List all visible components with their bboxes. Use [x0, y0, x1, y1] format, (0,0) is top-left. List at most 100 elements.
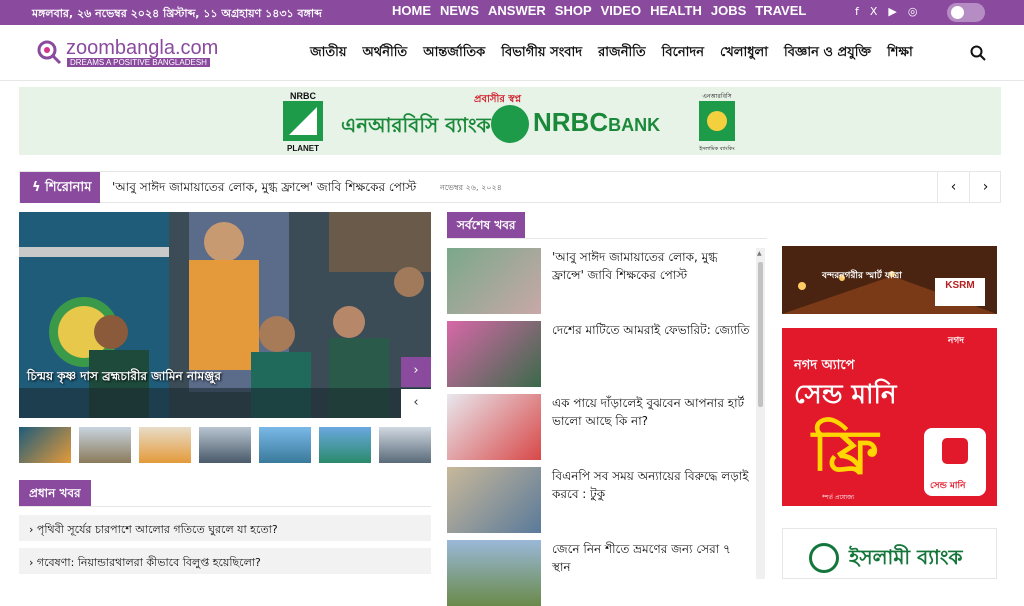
hero-thumbnail[interactable] [379, 427, 431, 463]
news-thumbnail [447, 321, 541, 387]
banner-name-en: NRBCBANK [533, 107, 660, 138]
list-item[interactable]: 'আবু সাঈদ জামায়াতের লোক, মুগ্ধ ফ্রান্সে… [447, 248, 752, 314]
top-nav-answer[interactable]: ANSWER [488, 3, 546, 18]
nav-science-tech[interactable]: বিজ্ঞান ও প্রযুক্তি [784, 43, 871, 64]
nav-politics[interactable]: রাজনীতি [598, 43, 646, 64]
chevron-right-icon: › [29, 523, 37, 536]
list-item[interactable]: জেনে নিন শীতে ভ্রমণের জন্য সেরা ৭ স্থান [447, 540, 752, 606]
nav-sports[interactable]: খেলাধুলা [720, 43, 768, 64]
news-thumbnail [447, 540, 541, 606]
hero-caption[interactable]: চিন্ময় কৃষ্ণ দাস ব্রহ্মচারীর জামিন নামঞ… [27, 368, 221, 388]
chevron-left-icon: ‹ [950, 179, 957, 195]
nrbc-islamic-logo: এনআরবিসি ইসলামিক ব্যাংকিং [698, 93, 735, 152]
scrollbar-thumb[interactable] [758, 262, 763, 407]
ksrm-logo: KSRM [935, 278, 985, 306]
top-nav: HOME NEWS ANSWER SHOP VIDEO HEALTH JOBS … [392, 3, 806, 18]
pradhan-section-title: প্রধান খবর [19, 480, 91, 507]
facebook-icon[interactable]: f [855, 5, 859, 18]
dark-mode-toggle[interactable] [947, 3, 985, 22]
logo-name: zoombangla.com [66, 37, 219, 59]
instagram-icon[interactable]: ◎ [908, 5, 918, 18]
nagad-note: *শর্ত প্রযোজ্য [822, 494, 855, 501]
scroll-up-icon[interactable]: ▲ [757, 250, 762, 257]
islami-bank-ad[interactable]: ইসলামী ব্যাংক [782, 528, 997, 579]
ticker-label-text: শিরোনাম [45, 180, 92, 195]
nrbc-banner-ad[interactable]: NRBC PLANET প্রবাসীর স্বপ্ন এনআরবিসি ব্য… [19, 87, 1001, 155]
hero-thumbnail[interactable] [139, 427, 191, 463]
islami-logo-bottom: ইসলামিক ব্যাংকিং [698, 146, 734, 152]
site-header: zoombangla.com DREAMS A POSITIVE BANGLAD… [0, 25, 1024, 81]
list-item[interactable]: বিএনপি সব সময় অন্যায়ের বিরুদ্ধে লড়াই … [447, 467, 752, 533]
banner-name-en-main: NRBC [533, 107, 609, 137]
current-date: মঙ্গলবার, ২৬ নভেম্বর ২০২৪ খ্রিস্টাব্দ, ১… [32, 7, 322, 20]
logo-tagline: DREAMS A POSITIVE BANGLADESH [67, 58, 210, 67]
ticker-prev-button[interactable]: ‹ [937, 172, 969, 203]
hero-thumbnail[interactable] [259, 427, 311, 463]
list-item[interactable]: › পৃথিবী সূর্যের চারপাশে আলোর গতিতে ঘুরল… [19, 515, 431, 541]
nav-divisional[interactable]: বিভাগীয় সংবাদ [501, 43, 582, 64]
top-nav-travel[interactable]: TRAVEL [755, 3, 806, 18]
hero-thumbnail[interactable] [79, 427, 131, 463]
banner-name-bn: এনআরবিসি ব্যাংক [341, 113, 491, 137]
top-nav-shop[interactable]: SHOP [555, 3, 592, 18]
banner-name-en-small: BANK [608, 115, 661, 135]
chevron-right-icon: › [982, 179, 989, 195]
ksrm-ad[interactable]: বন্দরনগরীর স্মার্ট যাত্রা KSRM [782, 246, 997, 314]
ticker-bolt-icon: ϟ [32, 180, 46, 195]
nav-education[interactable]: শিক্ষা [887, 43, 913, 64]
news-thumbnail [447, 467, 541, 533]
chevron-left-icon: ‹ [413, 395, 419, 410]
nav-entertainment[interactable]: বিনোদন [662, 43, 704, 64]
search-icon[interactable] [970, 45, 986, 61]
hero-next-button[interactable]: › [401, 357, 431, 387]
latest-section-title: সর্বশেষ খবর [447, 212, 526, 239]
top-nav-health[interactable]: HEALTH [650, 3, 702, 18]
magnifier-logo-icon [37, 40, 62, 65]
nagad-logo: নগদ [948, 336, 964, 346]
nagad-line3: ফ্রি [812, 419, 879, 484]
chevron-right-icon: › [29, 556, 37, 569]
latest-scrollbar[interactable]: ▲ [756, 248, 765, 579]
news-title: দেশের মাটিতে আমরাই ফেভারিট: জ্যোতি [552, 323, 750, 337]
nav-economy[interactable]: অর্থনীতি [363, 43, 408, 64]
nagad-ad[interactable]: নগদ নগদ অ্যাপে সেন্ড মানি ফ্রি সেন্ড মান… [782, 328, 997, 506]
hero-thumbnail[interactable] [319, 427, 371, 463]
list-item[interactable]: এক পায়ে দাঁড়ালেই বুঝবেন আপনার হার্ট ভা… [447, 394, 752, 460]
top-nav-video[interactable]: VIDEO [601, 3, 641, 18]
ticker-headline[interactable]: 'আবু সাঈদ জামায়াতের লোক, মুগ্ধ ফ্রান্সে… [112, 179, 416, 199]
hero-thumbnails [19, 427, 431, 463]
top-nav-jobs[interactable]: JOBS [711, 3, 746, 18]
news-thumbnail [447, 394, 541, 460]
news-title: 'আবু সাঈদ জামায়াতের লোক, মুগ্ধ ফ্রান্সে… [552, 250, 718, 282]
ticker-label: ϟ শিরোনাম [20, 172, 100, 203]
islami-logo-top: এনআরবিসি [702, 93, 732, 100]
nav-international[interactable]: আন্তর্জাতিক [423, 43, 485, 64]
news-title: জেনে নিন শীতে ভ্রমণের জন্য সেরা ৭ স্থান [552, 542, 731, 574]
list-item[interactable]: › গবেষণা: নিয়ান্ডারথালরা কীভাবে বিলুপ্ত… [19, 548, 431, 574]
nav-national[interactable]: জাতীয় [310, 43, 347, 64]
top-nav-news[interactable]: NEWS [440, 3, 479, 18]
divider [19, 506, 431, 507]
nrbc-logo-top: NRBC [290, 91, 316, 101]
islami-bank-logo [809, 543, 839, 573]
x-icon[interactable]: X [870, 5, 878, 18]
hero-thumbnail[interactable] [199, 427, 251, 463]
moon-icon [951, 6, 964, 19]
youtube-icon[interactable]: ▶ [888, 5, 896, 18]
hero-prev-button[interactable]: ‹ [401, 389, 431, 418]
top-bar: মঙ্গলবার, ২৬ নভেম্বর ২০২৪ খ্রিস্টাব্দ, ১… [0, 0, 1024, 25]
list-item[interactable]: দেশের মাটিতে আমরাই ফেভারিট: জ্যোতি [447, 321, 752, 387]
main-nav: জাতীয় অর্থনীতি আন্তর্জাতিক বিভাগীয় সংব… [310, 43, 913, 64]
nagad-button-label: সেন্ড মানি [930, 481, 966, 491]
ticker-next-button[interactable]: › [969, 172, 1001, 203]
news-title: এক পায়ে দাঁড়ালেই বুঝবেন আপনার হার্ট ভা… [552, 396, 745, 428]
top-nav-home[interactable]: HOME [392, 3, 431, 18]
hero-thumbnail[interactable] [19, 427, 71, 463]
social-links: f X ▶ ◎ [855, 5, 918, 18]
send-money-icon [942, 438, 968, 464]
ticker-date: নভেম্বর ২৬, ২০২৪ [440, 183, 502, 192]
headline-ticker: ϟ শিরোনাম 'আবু সাঈদ জামায়াতের লোক, মুগ্… [19, 171, 1001, 203]
chevron-right-icon: › [413, 363, 419, 378]
hero-slider[interactable]: চিন্ময় কৃষ্ণ দাস ব্রহ্মচারীর জামিন নামঞ… [19, 212, 431, 418]
nagad-app-icon: সেন্ড মানি [924, 428, 986, 496]
